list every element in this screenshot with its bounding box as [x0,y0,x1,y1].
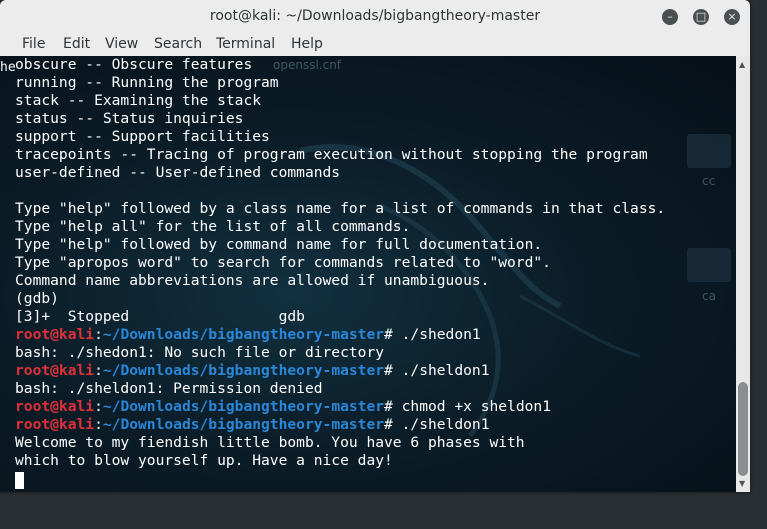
terminal-output: obscure -- Obscure features running -- Ru… [15,56,665,470]
terminal-scrollbar[interactable]: ▲ ▼ [736,56,750,492]
terminal-output-line: (gdb) [15,290,59,307]
prompt-symbol: # [384,398,402,415]
terminal-output-line: bash: ./sheldon1: Permission denied [15,380,323,397]
menu-help[interactable]: Help [291,36,323,52]
terminal-output-line: Type "help" followed by command name for… [15,236,543,253]
prompt-symbol: # [384,362,402,379]
prompt-symbol: # [384,326,402,343]
menu-terminal[interactable]: Terminal [216,36,275,52]
terminal-prompt-line: root@kali:~/Downloads/bigbangtheory-mast… [15,362,665,380]
terminal-area[interactable]: openssl.cnf cc ca obscure -- Obscure fea… [0,56,736,492]
prompt-user: root@kali [15,398,95,415]
terminal-output-line: which to blow yourself up. Have a nice d… [15,452,393,469]
terminal-output-line: Type "help all" for the list of all comm… [15,218,411,235]
prompt-command: chmod +x sheldon1 [401,398,551,415]
minimize-button[interactable]: – [662,9,678,25]
desktop-folder-icon [687,248,731,282]
terminal-output-line: obscure -- Obscure features [15,56,253,73]
close-button[interactable]: × [724,9,740,25]
terminal-output-line: Welcome to my fiendish little bomb. You … [15,434,525,451]
prompt-command: ./sheldon1 [401,362,490,379]
terminal-output-line: user-defined -- User-defined commands [15,164,341,181]
prompt-separator: : [94,416,103,433]
prompt-command: ./sheldon1 [401,416,490,433]
prompt-user: root@kali [15,416,95,433]
window-title: root@kali: ~/Downloads/bigbangtheory-mas… [209,8,541,24]
menu-view[interactable]: View [105,36,138,52]
terminal-output-line: bash: ./shedon1: No such file or directo… [15,344,385,361]
terminal-output-line: [3]+ Stopped gdb [15,308,305,325]
prompt-path: ~/Downloads/bigbangtheory-master [102,398,385,415]
prompt-path: ~/Downloads/bigbangtheory-master [102,362,385,379]
terminal-prompt-line: root@kali:~/Downloads/bigbangtheory-mast… [15,416,665,434]
menu-edit[interactable]: Edit [63,36,90,52]
terminal-output-line: tracepoints -- Tracing of program execut… [15,146,648,163]
terminal-window: root@kali: ~/Downloads/bigbangtheory-mas… [0,0,750,492]
scroll-down-arrow-icon[interactable]: ▼ [739,479,745,488]
prompt-separator: : [94,362,103,379]
prompt-path: ~/Downloads/bigbangtheory-master [102,416,385,433]
terminal-output-line: status -- Status inquiries [15,110,244,127]
prompt-symbol: # [384,416,402,433]
terminal-prompt-line: root@kali:~/Downloads/bigbangtheory-mast… [15,398,665,416]
prompt-user: root@kali [15,362,95,379]
terminal-prompt-line: root@kali:~/Downloads/bigbangtheory-mast… [15,326,665,344]
terminal-output-line: stack -- Examining the stack [15,92,262,109]
terminal-output-line: Type "help" followed by a class name for… [15,200,666,217]
terminal-output-line: support -- Support facilities [15,128,270,145]
scroll-up-arrow-icon[interactable]: ▲ [739,60,745,69]
text-cursor [15,472,24,489]
desktop-edge-text: he [0,60,16,75]
menu-bar: File Edit View Search Terminal Help [0,34,750,56]
menu-file[interactable]: File [22,36,45,52]
terminal-output-line: Type "apropos word" to search for comman… [15,254,551,271]
title-bar[interactable]: root@kali: ~/Downloads/bigbangtheory-mas… [0,0,750,34]
prompt-command: ./shedon1 [401,326,481,343]
desktop-folder-icon [687,134,731,168]
scrollbar-thumb[interactable] [738,382,748,476]
prompt-separator: : [94,398,103,415]
maximize-button[interactable]: □ [693,9,709,25]
desktop-folder-label: ca [702,289,716,303]
prompt-path: ~/Downloads/bigbangtheory-master [102,326,385,343]
prompt-user: root@kali [15,326,95,343]
terminal-output-line: running -- Running the program [15,74,279,91]
prompt-separator: : [94,326,103,343]
desktop-folder-label: cc [702,174,716,188]
terminal-output-line: Command name abbreviations are allowed i… [15,272,490,289]
menu-search[interactable]: Search [154,36,202,52]
